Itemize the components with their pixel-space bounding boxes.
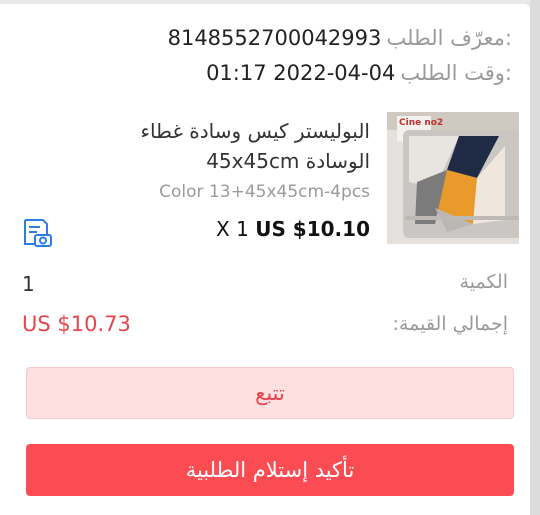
- order-id-label: معرّف الطلب:: [386, 26, 512, 50]
- order-time-label: وقت الطلب:: [400, 61, 512, 85]
- product-name[interactable]: البوليستر كيس وسادة غطاء الوسادة 45x45cm: [70, 116, 370, 176]
- order-time-value: 01:17 2022-04-04: [206, 61, 396, 85]
- total-label: إجمالي القيمة:: [392, 313, 508, 335]
- track-button[interactable]: تتبع: [26, 367, 514, 419]
- order-card: 8148552700042993 معرّف الطلب: 01:17 2022…: [0, 4, 530, 515]
- quantity-value: 1: [22, 272, 35, 296]
- product-quantity-prefix: X 1: [216, 217, 249, 241]
- order-id-value: 8148552700042993: [167, 26, 382, 50]
- thumbnail-print-text: Cine no2: [399, 118, 444, 128]
- total-value: US $10.73: [22, 312, 131, 336]
- quantity-label: الكمية: [459, 271, 508, 293]
- product-price-row: X 1 US $10.10: [216, 217, 370, 241]
- pillow-cover-thumbnail-icon: [387, 112, 519, 244]
- product-variant: Color 13+45x45cm-4pcs: [159, 182, 370, 202]
- order-id-row: 8148552700042993 معرّف الطلب:: [168, 26, 512, 50]
- product-price: US $10.10: [255, 217, 370, 241]
- order-time-row: 01:17 2022-04-04 وقت الطلب:: [206, 61, 512, 85]
- receipt-photo-icon[interactable]: [20, 216, 54, 250]
- product-thumbnail[interactable]: Cine no2: [387, 112, 519, 244]
- confirm-receipt-button[interactable]: تأكيد إستلام الطلبية: [26, 444, 514, 496]
- right-edge-panel: [530, 0, 540, 515]
